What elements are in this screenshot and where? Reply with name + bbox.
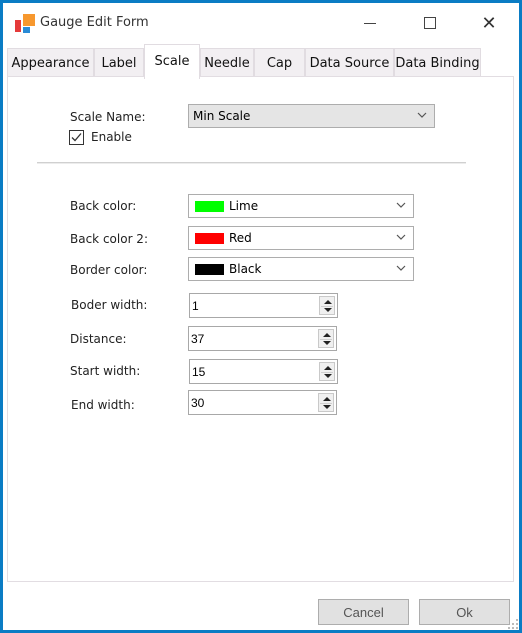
gauge-edit-form-window: Gauge Edit Form ✕ Appearance Label Scale…	[0, 0, 522, 633]
back-color-label: Back color:	[70, 199, 137, 213]
tab-scale[interactable]: Scale	[144, 44, 200, 79]
border-width-stepper[interactable]: 1	[189, 293, 338, 318]
close-icon: ✕	[481, 12, 497, 34]
checkmark-icon	[71, 133, 82, 142]
enable-label: Enable	[91, 130, 132, 144]
arrow-down-icon[interactable]	[323, 405, 331, 409]
start-width-spin-buttons[interactable]	[319, 362, 335, 381]
border-color-select[interactable]: Black	[188, 257, 414, 281]
scale-name-select[interactable]: Min Scale	[188, 104, 435, 128]
start-width-label: Start width:	[70, 364, 141, 378]
tab-needle[interactable]: Needle	[200, 48, 254, 78]
start-width-value: 15	[192, 365, 206, 379]
chevron-down-icon	[417, 112, 427, 118]
chevron-down-icon	[396, 202, 406, 208]
ok-button[interactable]: Ok	[419, 599, 510, 625]
cancel-button[interactable]: Cancel	[318, 599, 409, 625]
start-width-stepper[interactable]: 15	[189, 359, 338, 384]
end-width-label: End width:	[71, 398, 135, 412]
title-bar[interactable]: Gauge Edit Form ✕	[3, 3, 519, 41]
arrow-down-icon[interactable]	[324, 308, 332, 312]
border-color-swatch	[195, 263, 224, 275]
enable-checkbox[interactable]	[69, 130, 84, 145]
back-color-swatch	[195, 200, 224, 212]
tab-label[interactable]: Label	[94, 48, 144, 78]
border-color-value: Black	[229, 262, 262, 276]
border-color-label: Border color:	[70, 263, 148, 277]
minimize-icon	[364, 22, 376, 24]
app-logo-icon	[13, 12, 37, 34]
arrow-down-icon[interactable]	[324, 374, 332, 378]
back-color-value: Lime	[229, 199, 259, 213]
maximize-button[interactable]	[410, 11, 450, 35]
tab-appearance[interactable]: Appearance	[7, 48, 94, 78]
tab-cap[interactable]: Cap	[254, 48, 305, 78]
end-width-value: 30	[191, 396, 205, 410]
scale-name-value: Min Scale	[193, 109, 251, 123]
back-color-2-label: Back color 2:	[70, 232, 148, 246]
close-button[interactable]: ✕	[469, 11, 509, 35]
arrow-up-icon[interactable]	[324, 366, 332, 370]
arrow-down-icon[interactable]	[323, 341, 331, 345]
chevron-down-icon	[396, 265, 406, 271]
arrow-up-icon[interactable]	[323, 333, 331, 337]
section-divider	[37, 162, 466, 164]
window-title: Gauge Edit Form	[40, 15, 149, 30]
back-color-2-select[interactable]: Red	[188, 226, 414, 250]
distance-spin-buttons[interactable]	[318, 329, 334, 348]
maximize-icon	[424, 17, 436, 29]
chevron-down-icon	[396, 234, 406, 240]
back-color-2-value: Red	[229, 231, 252, 245]
minimize-button[interactable]	[350, 11, 390, 35]
tab-data-binding[interactable]: Data Binding	[394, 48, 481, 78]
distance-value: 37	[191, 332, 205, 346]
border-width-value: 1	[192, 299, 199, 313]
end-width-spin-buttons[interactable]	[318, 393, 334, 412]
border-width-spin-buttons[interactable]	[319, 296, 335, 315]
tab-data-source[interactable]: Data Source	[305, 48, 394, 78]
scale-name-label: Scale Name:	[70, 110, 146, 124]
border-width-label: Boder width:	[71, 298, 148, 312]
arrow-up-icon[interactable]	[323, 397, 331, 401]
resize-grip[interactable]	[508, 619, 518, 629]
distance-stepper[interactable]: 37	[188, 326, 337, 351]
back-color-select[interactable]: Lime	[188, 194, 414, 218]
back-color-2-swatch	[195, 232, 224, 244]
arrow-up-icon[interactable]	[324, 300, 332, 304]
end-width-stepper[interactable]: 30	[188, 390, 337, 415]
distance-label: Distance:	[70, 332, 127, 346]
